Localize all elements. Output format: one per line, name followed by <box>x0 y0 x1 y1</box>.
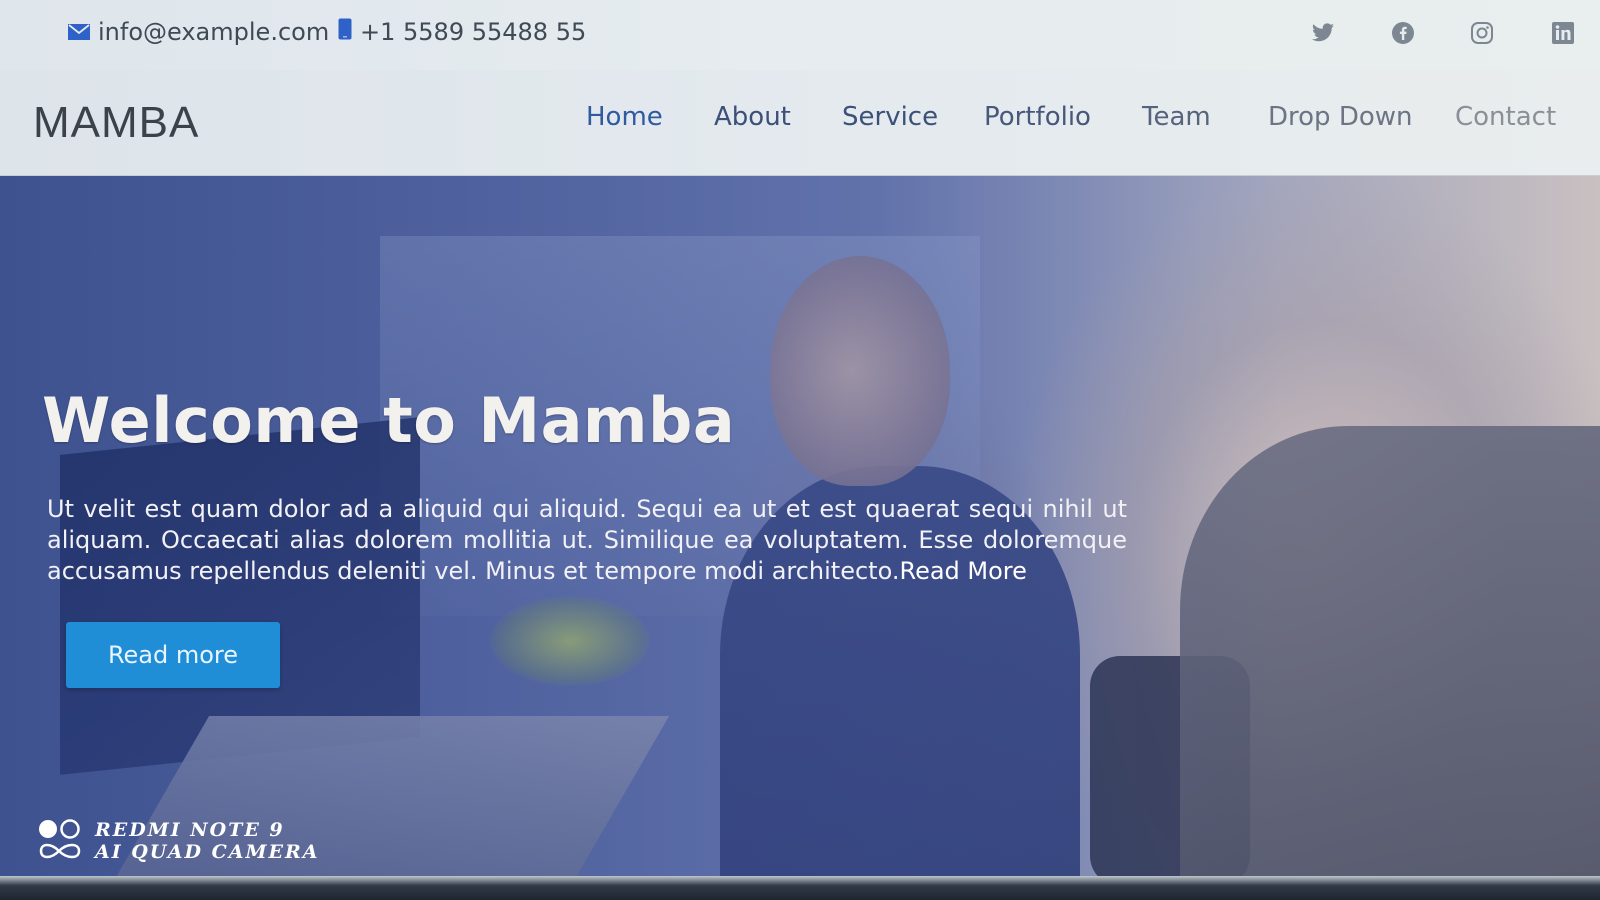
site-logo[interactable]: MAMBA <box>33 98 199 148</box>
site-header: MAMBA Home About Service Portfolio Team … <box>0 70 1600 176</box>
nav-contact[interactable]: Contact <box>1455 102 1556 132</box>
nav-drop-down[interactable]: Drop Down <box>1268 102 1413 132</box>
instagram-icon[interactable] <box>1469 20 1495 46</box>
hero-description: Ut velit est quam dolor ad a aliquid qui… <box>47 494 1127 587</box>
facebook-icon[interactable] <box>1390 20 1416 46</box>
nav-home[interactable]: Home <box>586 102 663 132</box>
watermark-line-2: AI QUAD CAMERA <box>95 841 320 863</box>
read-more-link[interactable]: Read More <box>899 557 1026 585</box>
twitter-icon[interactable] <box>1310 20 1336 46</box>
hero-title: Welcome to Mamba <box>42 384 736 457</box>
nav-team[interactable]: Team <box>1142 102 1211 132</box>
phone-icon <box>338 18 352 46</box>
os-taskbar <box>0 876 1600 900</box>
read-more-button[interactable]: Read more <box>66 622 280 688</box>
email-text: info@example.com <box>98 18 330 46</box>
camera-watermark: REDMI NOTE 9 AI QUAD CAMERA <box>37 818 320 864</box>
envelope-icon <box>68 18 90 46</box>
contact-email[interactable]: info@example.com <box>68 18 329 46</box>
contact-phone[interactable]: +1 5589 55488 55 <box>338 18 586 46</box>
nav-service[interactable]: Service <box>842 102 938 132</box>
nav-portfolio[interactable]: Portfolio <box>984 102 1091 132</box>
camera-watermark-text: REDMI NOTE 9 AI QUAD CAMERA <box>95 819 320 863</box>
phone-text: +1 5589 55488 55 <box>360 18 587 46</box>
hero-section: Welcome to Mamba Ut velit est quam dolor… <box>0 176 1600 876</box>
nav-about[interactable]: About <box>714 102 791 132</box>
watermark-line-1: REDMI NOTE 9 <box>95 819 285 841</box>
camera-logo-icon <box>39 819 81 859</box>
top-bar: info@example.com +1 5589 55488 55 <box>0 0 1600 70</box>
linkedin-icon[interactable] <box>1550 20 1576 46</box>
